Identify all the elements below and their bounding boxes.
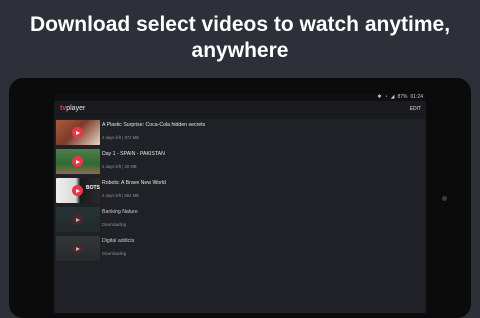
battery-level: 87% [397, 94, 408, 100]
list-item[interactable]: A Plastic Surprise: Coca-Cola hidden sec… [54, 119, 426, 148]
video-title: Digital addicts [102, 238, 135, 244]
signal-icon: ◢ [390, 94, 395, 100]
status-icons: ✱ ◔ ◢ 87% 01:24 [377, 93, 423, 101]
video-title: A Plastic Surprise: Coca-Cola hidden sec… [102, 122, 206, 128]
list-item[interactable]: Digital addicts Downloading [54, 235, 426, 264]
video-thumbnail[interactable] [56, 149, 100, 174]
status-bar: ✱ ◔ ◢ 87% 01:24 [54, 93, 426, 101]
play-icon [72, 243, 83, 254]
download-status: Downloading [102, 251, 127, 256]
play-icon [72, 214, 83, 225]
edit-button[interactable]: EDIT [410, 106, 421, 112]
wifi-icon: ◔ [384, 94, 388, 100]
headline: Download select videos to watch anytime,… [0, 12, 480, 64]
video-thumbnail [56, 207, 100, 232]
play-icon[interactable] [72, 156, 83, 167]
status-time: 01:24 [410, 94, 423, 100]
play-icon[interactable] [72, 185, 83, 196]
app-bar: tvplayer EDIT [54, 101, 426, 119]
thumbnail-caption: BOTS [86, 185, 100, 191]
video-thumbnail [56, 236, 100, 261]
downloads-list: A Plastic Surprise: Coca-Cola hidden sec… [54, 119, 426, 264]
video-title: Day 1 - SPAIN - PAKISTAN [102, 151, 165, 157]
tvplayer-logo[interactable]: tvplayer [60, 105, 85, 112]
list-item[interactable]: BOTS Robots: A Brave New World 2 days le… [54, 177, 426, 206]
video-meta: 2 days left | 884 MB [102, 193, 139, 198]
list-item[interactable]: Banking Nature Downloading [54, 206, 426, 235]
video-thumbnail[interactable]: BOTS [56, 178, 100, 203]
video-meta: 2 days left | 30 MB [102, 164, 137, 169]
headline-line-1: Download select videos to watch anytime, [29, 13, 451, 36]
video-title: Banking Nature [102, 209, 138, 215]
headline-line-2: anywhere [191, 39, 289, 62]
video-title: Robots: A Brave New World [102, 180, 166, 186]
video-meta: 2 days left | 972 MB [102, 135, 139, 140]
video-thumbnail[interactable] [56, 120, 100, 145]
download-status: Downloading [102, 222, 127, 227]
logo-suffix: player [66, 105, 86, 112]
bluetooth-icon: ✱ [377, 94, 382, 100]
app-screen: ✱ ◔ ◢ 87% 01:24 tvplayer EDIT A Plastic … [54, 93, 426, 313]
list-item[interactable]: Day 1 - SPAIN - PAKISTAN 2 days left | 3… [54, 148, 426, 177]
camera-icon [442, 196, 447, 201]
play-icon[interactable] [72, 127, 83, 138]
